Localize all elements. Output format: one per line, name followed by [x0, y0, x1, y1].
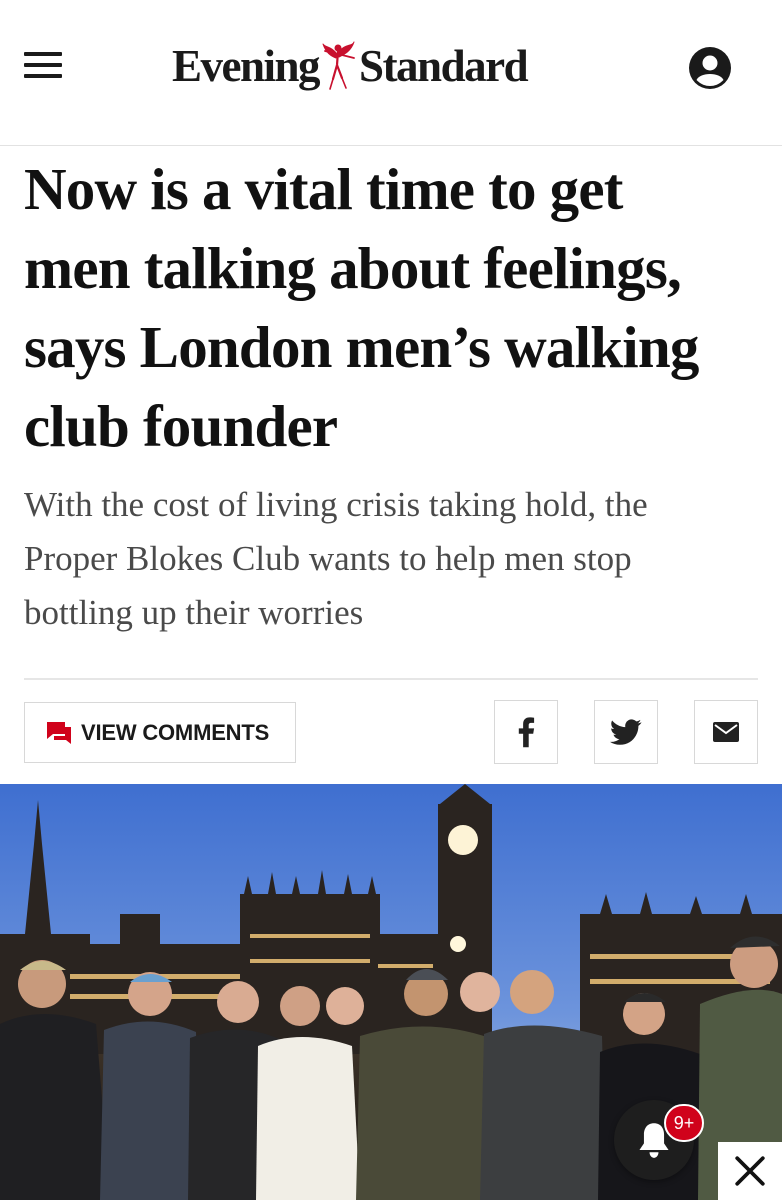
close-button[interactable] [718, 1142, 782, 1200]
site-header: Evening Standard [0, 0, 782, 146]
facebook-icon [518, 717, 535, 748]
eros-statue-icon [322, 41, 355, 90]
standfirst-line: With the cost of living crisis taking ho… [24, 485, 648, 524]
article-standfirst: With the cost of living crisis taking ho… [24, 478, 764, 640]
divider [24, 678, 758, 680]
user-account-icon[interactable] [688, 46, 732, 90]
headline-line: says London men’s walking [24, 314, 699, 380]
share-facebook-button[interactable] [494, 700, 558, 764]
hamburger-menu-icon[interactable] [24, 52, 64, 82]
close-icon [735, 1156, 765, 1186]
speech-bubble-icon [47, 721, 71, 744]
view-comments-label: VIEW COMMENTS [81, 719, 270, 745]
share-email-button[interactable] [694, 700, 758, 764]
headline-line: men talking about feelings, [24, 235, 682, 301]
headline-line: Now is a vital time to get [24, 156, 623, 222]
standfirst-line: bottling up their worries [24, 593, 364, 632]
article-headline: Now is a vital time to get men talking a… [24, 150, 764, 466]
share-twitter-button[interactable] [594, 700, 658, 764]
notification-count-badge: 9+ [664, 1104, 704, 1142]
evening-standard-logo[interactable]: Evening Standard [172, 36, 529, 96]
headline-line: club founder [24, 393, 338, 459]
standfirst-line: Proper Blokes Club wants to help men sto… [24, 539, 632, 578]
view-comments-button[interactable]: VIEW COMMENTS [24, 702, 296, 763]
logo-text-right: Standard [359, 41, 529, 91]
twitter-icon [610, 718, 642, 745]
email-icon [713, 722, 739, 742]
logo-text-left: Evening [172, 41, 321, 91]
